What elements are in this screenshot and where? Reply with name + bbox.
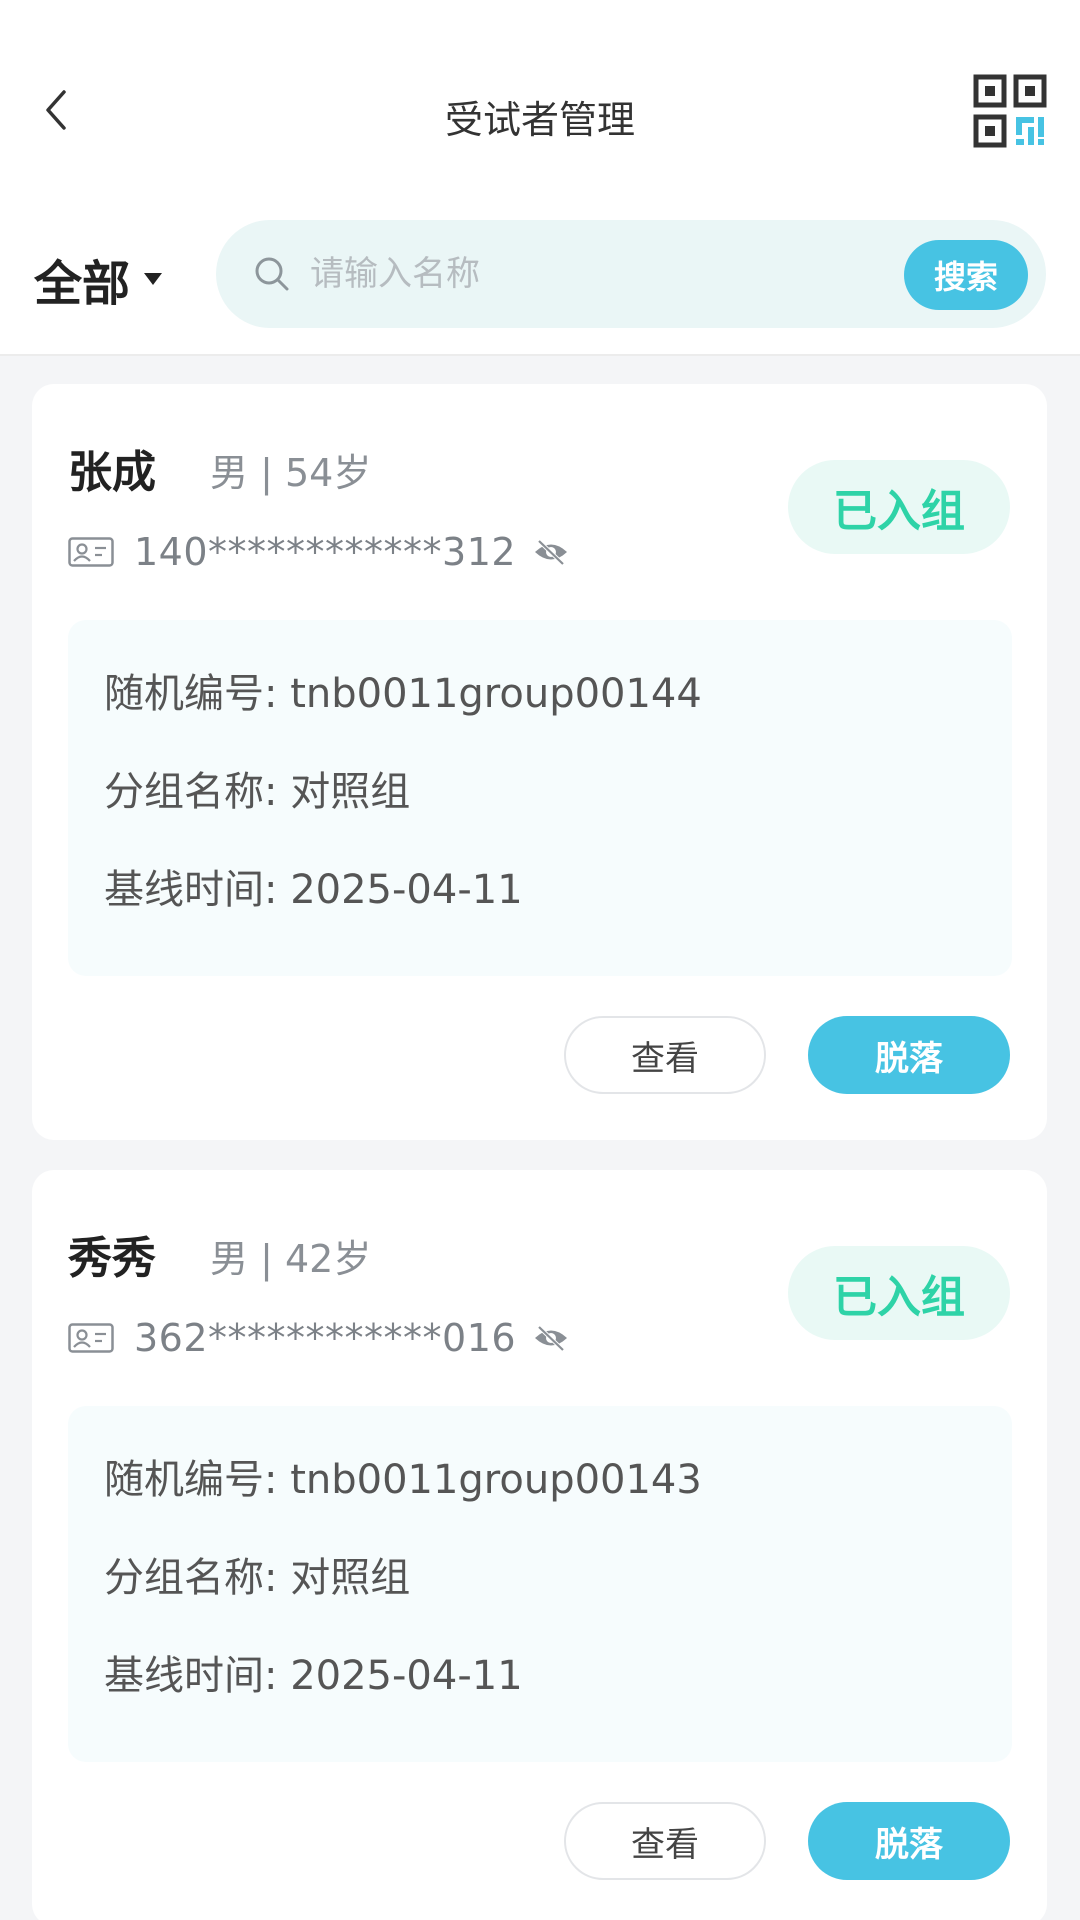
- filter-label: 全部: [34, 256, 131, 312]
- nav-bar: 受试者管理: [0, 55, 1080, 165]
- search-button[interactable]: 搜索: [904, 240, 1028, 310]
- qr-code-icon: [972, 73, 1048, 149]
- random-number: 随机编号: tnb0011group00143: [104, 1457, 702, 1503]
- search-bar: 搜索: [216, 220, 1046, 328]
- search-input[interactable]: [310, 246, 810, 302]
- group-name: 分组名称: 对照组: [104, 769, 411, 815]
- subject-card[interactable]: 秀秀 男 | 42岁 362************016 已入组 随机编号: …: [32, 1170, 1047, 1920]
- header-area: 受试者管理 全部 请输入名称 搜索: [0, 0, 1080, 356]
- id-number-masked: 140************312: [134, 530, 517, 574]
- subject-detail-panel: 随机编号: tnb0011group00144 分组名称: 对照组 基线时间: …: [68, 620, 1012, 976]
- id-number-row: 362************016: [68, 1316, 570, 1360]
- dropout-button[interactable]: 脱落: [808, 1802, 1010, 1880]
- id-number-row: 140************312: [68, 530, 570, 574]
- group-name: 分组名称: 对照组: [104, 1555, 411, 1601]
- baseline-date: 基线时间: 2025-04-11: [104, 867, 523, 913]
- eye-off-icon[interactable]: [532, 537, 570, 567]
- id-card-icon: [68, 1323, 114, 1353]
- page-title: 受试者管理: [444, 98, 635, 142]
- id-number-masked: 362************016: [134, 1316, 517, 1360]
- random-number: 随机编号: tnb0011group00144: [104, 671, 702, 717]
- status-filter-dropdown[interactable]: 全部: [34, 244, 163, 314]
- subject-card[interactable]: 张成 男 | 54岁 140************312 已入组 随机编号: …: [32, 384, 1047, 1140]
- dropout-button[interactable]: 脱落: [808, 1016, 1010, 1094]
- subject-gender-age: 男 | 54岁: [210, 451, 372, 495]
- subject-gender-age: 男 | 42岁: [210, 1237, 372, 1281]
- eye-off-icon[interactable]: [532, 1323, 570, 1353]
- subject-name: 张成: [68, 447, 156, 498]
- baseline-date: 基线时间: 2025-04-11: [104, 1653, 523, 1699]
- view-button[interactable]: 查看: [564, 1802, 766, 1880]
- subject-management-page: 受试者管理 全部 请输入名称 搜索 张成 男 | 54岁 140********…: [0, 0, 1080, 1920]
- id-card-icon: [68, 537, 114, 567]
- status-badge: 已入组: [788, 1246, 1010, 1340]
- search-icon: [255, 257, 289, 291]
- scan-qr-button[interactable]: [972, 73, 1048, 149]
- status-badge: 已入组: [788, 460, 1010, 554]
- subject-name: 秀秀: [68, 1233, 156, 1284]
- caret-down-icon: [144, 273, 163, 285]
- view-button[interactable]: 查看: [564, 1016, 766, 1094]
- subject-detail-panel: 随机编号: tnb0011group00143 分组名称: 对照组 基线时间: …: [68, 1406, 1012, 1762]
